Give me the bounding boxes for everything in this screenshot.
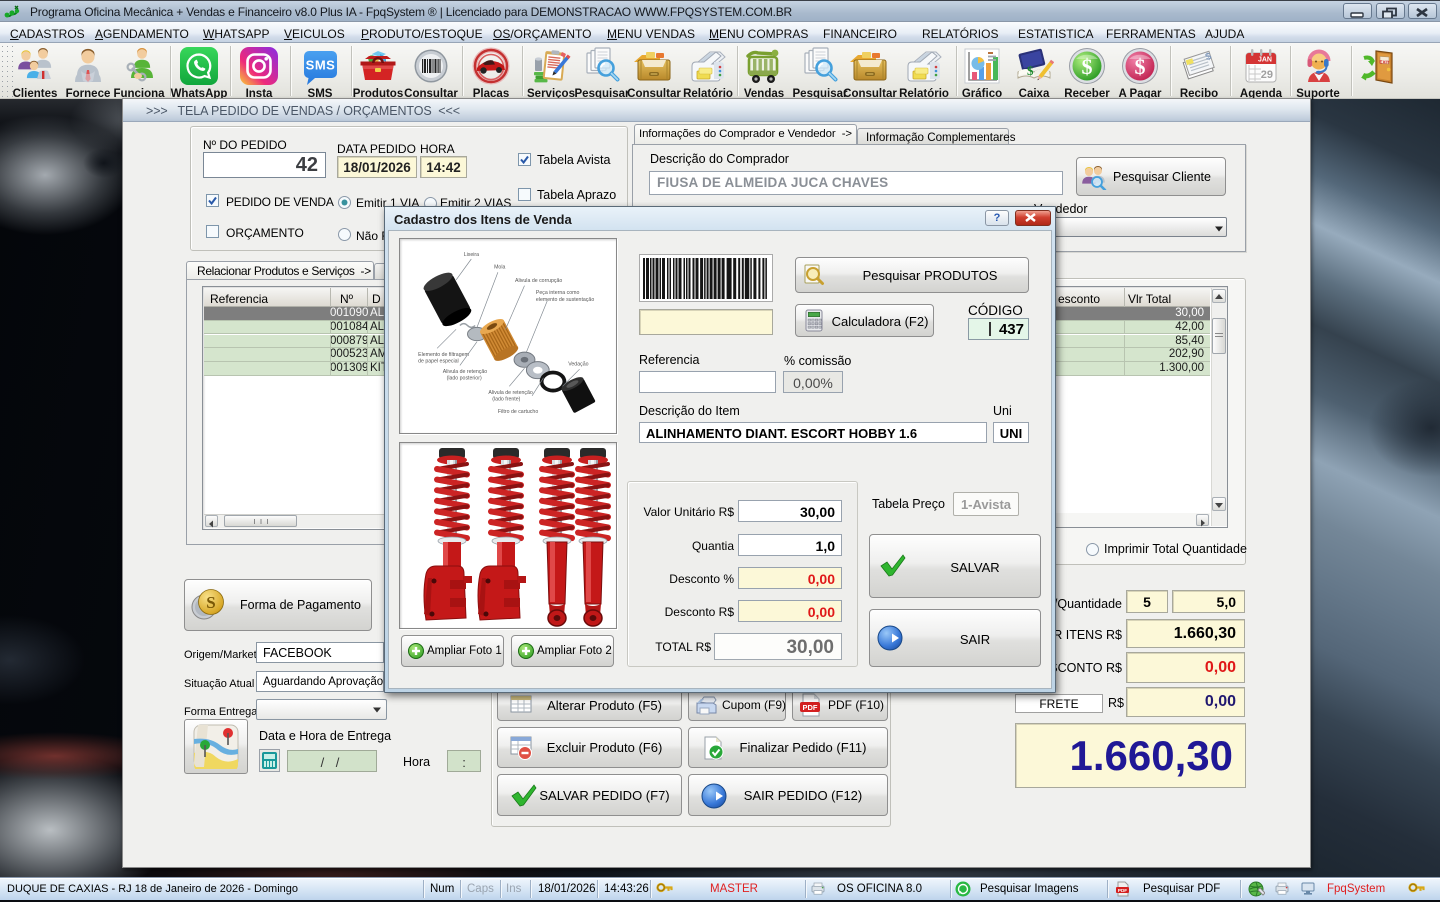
svg-text:EXIT: EXIT	[1379, 59, 1389, 65]
svg-text:PDF: PDF	[803, 703, 818, 712]
svg-text:$: $	[1027, 63, 1034, 78]
svg-text:SMS: SMS	[306, 58, 336, 73]
svg-text:Alivula de retenção: Alivula de retenção	[488, 390, 532, 396]
svg-text:Alivula de retenção: Alivula de retenção	[443, 369, 487, 375]
svg-text:(lado posterior): (lado posterior)	[447, 376, 482, 382]
svg-text:Lixeira: Lixeira	[464, 252, 479, 258]
svg-text:Alivula de corrupção: Alivula de corrupção	[515, 278, 562, 284]
svg-text:JAN: JAN	[1258, 57, 1272, 64]
svg-text:S: S	[206, 593, 215, 612]
svg-text:Mola: Mola	[494, 265, 505, 271]
svg-text:(lado frente): (lado frente)	[492, 397, 520, 403]
svg-text:Elemento de filtragem: Elemento de filtragem	[418, 352, 469, 358]
svg-text:$: $	[1135, 54, 1146, 79]
svg-text:Vedação: Vedação	[568, 361, 588, 367]
svg-text:de papel especial: de papel especial	[418, 359, 459, 365]
svg-text:PDF: PDF	[1118, 888, 1127, 893]
svg-text:29: 29	[1261, 69, 1273, 81]
svg-text:$: $	[1082, 54, 1093, 79]
svg-text:elemento de sustentação: elemento de sustentação	[536, 297, 594, 303]
svg-text:Peça interna como: Peça interna como	[536, 290, 580, 296]
svg-text:Filtro de cartucho: Filtro de cartucho	[498, 409, 538, 415]
